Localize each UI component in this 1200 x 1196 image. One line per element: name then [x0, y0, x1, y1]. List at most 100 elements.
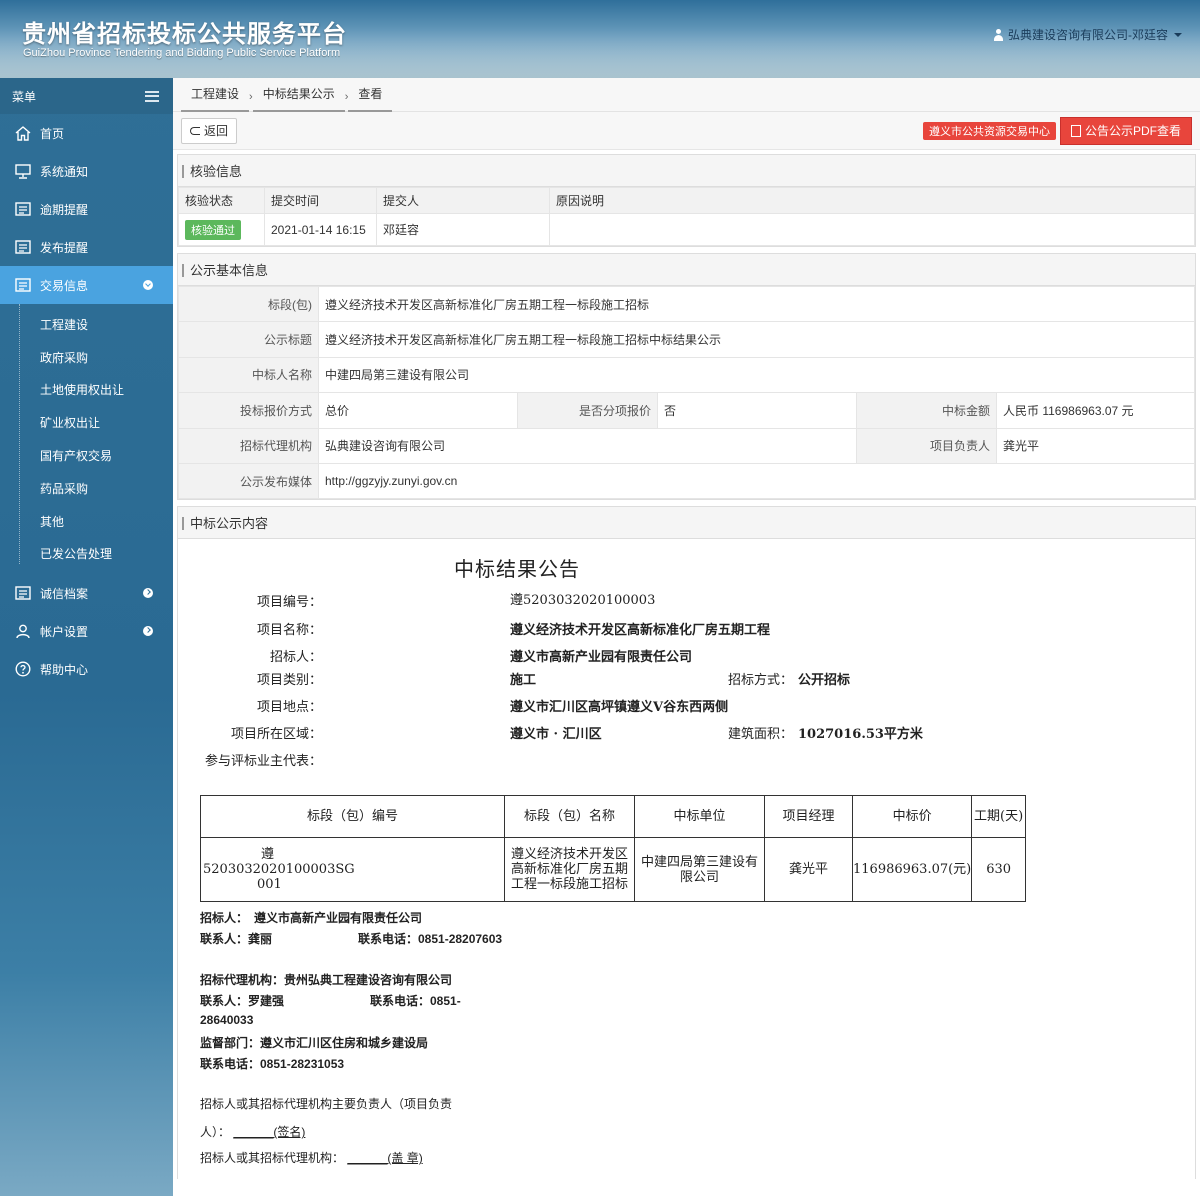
quote-method-label: 投标报价方式: [178, 392, 319, 429]
sidebar-subitem-other[interactable]: 其他: [0, 505, 173, 538]
reason-text: [549, 213, 1195, 246]
cell-section-code: 遵 5203032020100003SG 001: [200, 837, 505, 903]
amount-value: 人民币 116986963.07 元: [996, 392, 1195, 429]
area-label: 建筑面积：: [728, 727, 794, 743]
phone-1: 联系电话：0851-28207603: [358, 932, 503, 947]
stamp-line: 招标人或其招标代理机构： ______(盖 章): [200, 1149, 423, 1166]
sidebar-subitem-state-assets[interactable]: 国有产权交易: [0, 439, 173, 472]
list-icon: [14, 239, 32, 255]
phone-3: 联系电话：0851-28231053: [200, 1057, 345, 1072]
sidebar-item-home[interactable]: 首页: [0, 114, 173, 152]
region-label: 项目所在区域：: [230, 727, 322, 743]
phone-2: 联系电话：0851-: [370, 994, 461, 1009]
basic-info-table: 标段(包) 遵义经济技术开发区高新标准化厂房五期工程一标段施工招标 公示标题 遵…: [178, 285, 1195, 500]
chevron-right-icon: [143, 588, 153, 599]
sidebar-item-notifications[interactable]: 系统通知: [0, 152, 173, 190]
code-line-2: 5203032020100003SG: [203, 862, 355, 878]
project-name-label: 项目名称：: [256, 623, 322, 639]
sidebar-subitem-procurement[interactable]: 政府采购: [0, 341, 173, 374]
agency-label: 招标代理机构: [178, 427, 319, 464]
sidebar-item-account[interactable]: 帐户设置: [0, 612, 173, 650]
basic-info-panel: 公示基本信息 标段(包) 遵义经济技术开发区高新标准化厂房五期工程一标段施工招标…: [177, 253, 1196, 501]
user-name: 弘典建设咨询有限公司-邓廷容: [1008, 28, 1168, 42]
list-icon: [14, 277, 32, 293]
menu-label: 菜单: [12, 89, 37, 104]
method-value: 公开招标: [798, 673, 851, 689]
pdf-icon: [1070, 124, 1081, 137]
award-content-title: 中标公示内容: [178, 507, 1195, 540]
list-icon: [14, 201, 32, 217]
project-no-label: 项目编号：: [256, 595, 322, 611]
award-content-panel: 中标公示内容 中标结果公告 项目编号： 遵5203032020100003 项目…: [177, 506, 1196, 1180]
sidebar-subitem-mining[interactable]: 矿业权出让: [0, 406, 173, 439]
notice-title-value: 遵义经济技术开发区高新标准化厂房五期工程一标段施工招标中标结果公示: [318, 321, 1195, 358]
cell-section-name: 遵义经济技术开发区高新标准化厂房五期工程一标段施工招标: [504, 837, 635, 903]
status-badge: 核验通过: [185, 219, 241, 240]
agency-line: 招标代理机构：贵州弘典工程建设咨询有限公司: [200, 973, 453, 988]
code-line-1: 遵: [261, 847, 275, 863]
breadcrumb-award-notice[interactable]: 中标结果公示: [252, 85, 345, 112]
winner-value: 中建四局第三建设有限公司: [318, 356, 1195, 394]
sidebar-item-overdue[interactable]: 逾期提醒: [0, 190, 173, 228]
media-value[interactable]: http://ggzyjy.zunyi.gov.cn: [318, 462, 1195, 500]
chevron-right-icon: [143, 626, 153, 637]
th-section-name: 标段（包）名称: [504, 795, 635, 839]
tenderer-value: 遵义市高新产业园有限责任公司: [510, 650, 693, 666]
back-icon: [190, 126, 200, 135]
sidebar-item-label: 帮助中心: [40, 662, 89, 677]
trading-center-tag[interactable]: 遵义市公共资源交易中心: [922, 121, 1056, 140]
user-menu[interactable]: 弘典建设咨询有限公司-邓廷容: [993, 26, 1182, 43]
th-winner: 中标单位: [634, 795, 765, 839]
sidebar-subitem-published[interactable]: 已发公告处理: [0, 538, 173, 571]
back-label: 返回: [204, 124, 229, 138]
verify-panel: 核验信息 核验状态 提交时间 提交人 原因说明 核验通过 2021-01-14 …: [177, 154, 1196, 247]
award-document: 中标结果公告 项目编号： 遵5203032020100003 项目名称： 遵义经…: [178, 539, 1195, 1179]
document-title: 中标结果公告: [454, 557, 580, 582]
section-value: 遵义经济技术开发区高新标准化厂房五期工程一标段施工招标: [318, 285, 1195, 323]
sidebar-subitem-construction[interactable]: 工程建设: [0, 308, 173, 341]
code-line-3: 001: [257, 877, 282, 893]
hamburger-icon[interactable]: [145, 90, 159, 102]
signature-blank: ______(签名): [233, 1125, 306, 1140]
sidebar-item-transactions[interactable]: 交易信息: [0, 266, 173, 304]
cell-price: 116986963.07(元): [851, 837, 973, 903]
manager-label: 项目负责人: [856, 427, 997, 464]
section-label: 标段(包): [178, 285, 319, 323]
monitor-icon: [14, 163, 32, 179]
header-reason: 原因说明: [549, 187, 1195, 214]
breadcrumb-construction[interactable]: 工程建设: [181, 85, 250, 112]
sidebar-item-label: 发布提醒: [40, 240, 89, 255]
category-label: 项目类别：: [256, 673, 322, 689]
sidebar-item-credit[interactable]: 诚信档案: [0, 574, 173, 612]
verify-table: 核验状态 提交时间 提交人 原因说明 核验通过 2021-01-14 16:15…: [178, 187, 1195, 246]
app-header: 贵州省招标投标公共服务平台 GuiZhou Province Tendering…: [0, 0, 1200, 78]
sidebar-item-publish[interactable]: 发布提醒: [0, 228, 173, 266]
method-label: 招标方式：: [728, 673, 794, 689]
tenderer-label: 招标人：: [269, 650, 322, 666]
sidebar-item-label: 首页: [40, 126, 65, 141]
sidebar-subitem-land[interactable]: 土地使用权出让: [0, 374, 173, 407]
back-button[interactable]: 返回: [181, 117, 238, 144]
stamp-blank: ______(盖 章): [347, 1151, 423, 1166]
header-status: 核验状态: [178, 187, 265, 214]
project-no-value: 遵5203032020100003: [510, 593, 656, 609]
header-submitter: 提交人: [376, 187, 550, 214]
sidebar-item-label: 逾期提醒: [40, 202, 89, 217]
cell-manager: 龚光平: [764, 837, 853, 903]
sidebar-subitem-medicine[interactable]: 药品采购: [0, 472, 173, 505]
supervisor-line: 监督部门：遵义市汇川区住房和城乡建设局: [200, 1036, 429, 1051]
signature-line-2: 人）： ______(签名): [200, 1123, 305, 1140]
sidebar-item-label: 诚信档案: [40, 586, 89, 601]
sidebar-item-help[interactable]: 帮助中心: [0, 650, 173, 688]
submitter-name: 邓廷容: [376, 213, 550, 246]
pdf-view-button[interactable]: 公告公示PDF查看: [1059, 116, 1192, 145]
itemized-label: 是否分项报价: [517, 392, 658, 429]
area-value: 1027016.53平方米: [798, 727, 923, 743]
header-time: 提交时间: [264, 187, 377, 214]
th-price: 中标价: [851, 795, 973, 839]
th-duration: 工期(天): [971, 795, 1026, 839]
verify-panel-title: 核验信息: [178, 155, 1195, 187]
caret-down-icon: [1174, 32, 1182, 37]
manager-value: 龚光平: [996, 427, 1195, 464]
quote-method-value: 总价: [318, 392, 518, 429]
